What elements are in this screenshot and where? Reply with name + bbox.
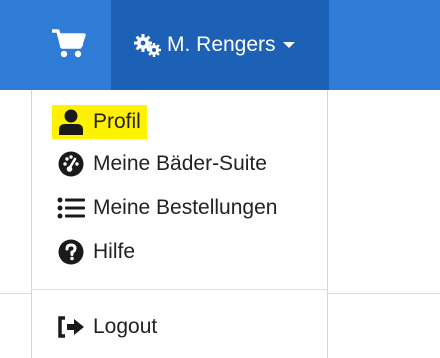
- user-name: M. Rengers: [167, 33, 276, 56]
- user-dropdown-menu: Profil Meine Bäder-Suite Meine Bestellun…: [31, 90, 328, 358]
- shopping-cart-icon: [51, 28, 87, 63]
- top-navbar: M. Rengers: [0, 0, 440, 90]
- menu-item-label: Meine Bestellungen: [93, 196, 278, 219]
- user-icon: [56, 107, 86, 137]
- list-icon: [56, 193, 86, 223]
- user-menu-toggle[interactable]: M. Rengers: [111, 0, 329, 90]
- question-circle-icon: [56, 237, 86, 267]
- menu-item-label: Hilfe: [93, 240, 136, 263]
- highlight-marker: Profil: [52, 105, 147, 139]
- page-divider-right: [328, 293, 440, 294]
- menu-item-logout[interactable]: Logout: [56, 310, 157, 344]
- menu-item-hilfe[interactable]: Hilfe: [56, 235, 135, 269]
- menu-item-label: Profil: [93, 110, 141, 133]
- menu-item-label: Meine Bäder-Suite: [93, 152, 267, 175]
- cart-button[interactable]: [30, 0, 108, 90]
- menu-divider: [32, 289, 327, 290]
- caret-down-icon: [282, 41, 295, 49]
- page-divider-left: [0, 293, 31, 294]
- menu-item-bestellungen[interactable]: Meine Bestellungen: [56, 191, 277, 225]
- dashboard-icon: [56, 149, 86, 179]
- menu-item-label: Logout: [93, 315, 158, 338]
- gears-icon: [134, 33, 162, 57]
- sign-out-icon: [56, 312, 86, 342]
- menu-item-profil[interactable]: Profil: [52, 105, 147, 139]
- menu-item-baeder-suite[interactable]: Meine Bäder-Suite: [56, 147, 267, 181]
